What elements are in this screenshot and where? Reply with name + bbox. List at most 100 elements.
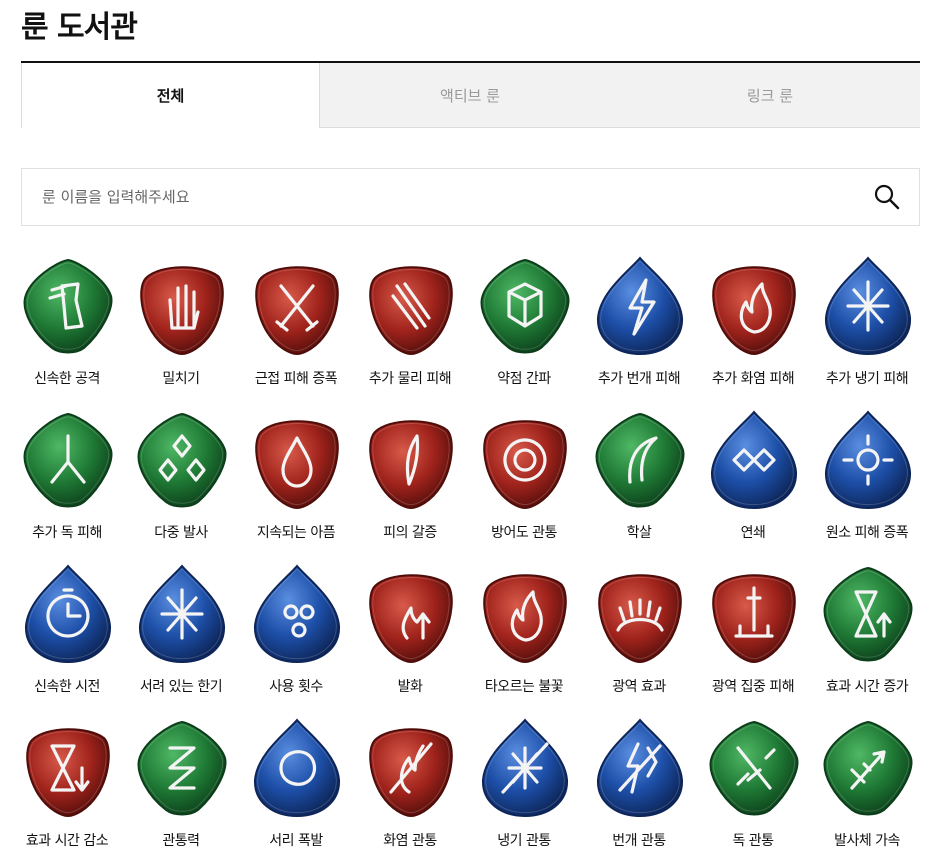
page-title: 룬 도서관 xyxy=(21,10,138,45)
rune-card[interactable]: 광역 집중 피해 xyxy=(696,560,810,700)
rune-name: 밀치기 xyxy=(162,371,200,387)
poison-fork-icon xyxy=(23,412,113,508)
rune-card[interactable]: 신속한 공격 xyxy=(10,252,124,392)
search-input[interactable] xyxy=(22,169,852,225)
rune-card[interactable]: 발화 xyxy=(353,560,467,700)
rune-card[interactable]: 추가 물리 피해 xyxy=(353,252,467,392)
rune-card[interactable]: 효과 시간 증가 xyxy=(810,560,924,700)
rune-name: 관통력 xyxy=(162,833,200,849)
pierce-stripes-icon xyxy=(137,720,227,816)
rune-card[interactable]: 추가 화염 피해 xyxy=(696,252,810,392)
rune-card[interactable]: 독 관통 xyxy=(696,714,810,854)
rune-card[interactable]: 원소 피해 증폭 xyxy=(810,406,924,546)
rune-card[interactable]: 추가 번개 피해 xyxy=(582,252,696,392)
fire-pierce-icon xyxy=(369,728,453,818)
tab-active-runes[interactable]: 액티브 룬 xyxy=(320,63,620,128)
rune-card[interactable]: 서려 있는 한기 xyxy=(124,560,238,700)
rune-name: 효과 시간 증가 xyxy=(825,679,909,695)
rune-card[interactable]: 신속한 시전 xyxy=(10,560,124,700)
rune-card[interactable]: 광역 효과 xyxy=(582,560,696,700)
rune-name: 지속되는 아픔 xyxy=(256,525,336,541)
tab-bar: 전체 액티브 룬 링크 룬 xyxy=(21,61,920,128)
multi-diamond-icon xyxy=(137,412,227,508)
slash-sword-icon xyxy=(369,266,453,356)
sword-ground-icon xyxy=(712,574,796,664)
rune-name: 원소 피해 증폭 xyxy=(825,525,909,541)
rune-name: 발사체 가속 xyxy=(834,833,900,849)
rune-card[interactable]: 연쇄 xyxy=(696,406,810,546)
rune-name: 근접 피해 증폭 xyxy=(254,371,338,387)
rune-name: 독 관통 xyxy=(732,833,774,849)
dice-icon xyxy=(480,258,570,354)
rune-name: 학살 xyxy=(626,525,652,541)
ice-pierce-icon xyxy=(481,718,569,818)
hourglass-down-icon xyxy=(26,728,110,818)
frost-burst-icon xyxy=(253,718,341,818)
rune-card[interactable]: 추가 독 피해 xyxy=(10,406,124,546)
rune-card[interactable]: 타오르는 불꽃 xyxy=(467,560,581,700)
rune-name: 화염 관통 xyxy=(383,833,437,849)
rune-card[interactable]: 관통력 xyxy=(124,714,238,854)
rune-name: 방어도 관통 xyxy=(491,525,557,541)
rune-name: 광역 집중 피해 xyxy=(711,679,795,695)
rune-name: 연쇄 xyxy=(740,525,766,541)
blood-drop-icon xyxy=(255,420,339,510)
search-box xyxy=(21,168,920,226)
rune-card[interactable]: 근접 피해 증폭 xyxy=(239,252,353,392)
rune-name: 신속한 시전 xyxy=(34,679,100,695)
rune-card[interactable]: 서리 폭발 xyxy=(239,714,353,854)
rune-card[interactable]: 효과 시간 감소 xyxy=(10,714,124,854)
rune-name: 추가 냉기 피해 xyxy=(825,371,909,387)
search-button[interactable] xyxy=(873,183,901,211)
arrows-speed-icon xyxy=(823,720,913,816)
rune-card[interactable]: 추가 냉기 피해 xyxy=(810,252,924,392)
rune-card[interactable]: 화염 관통 xyxy=(353,714,467,854)
rune-name: 추가 번개 피해 xyxy=(597,371,681,387)
stopwatch-icon xyxy=(24,564,112,664)
rune-card[interactable]: 번개 관통 xyxy=(582,714,696,854)
rune-name: 효과 시간 감소 xyxy=(25,833,109,849)
poison-pierce-icon xyxy=(709,720,799,816)
rune-card[interactable]: 다중 발사 xyxy=(124,406,238,546)
rune-card[interactable]: 학살 xyxy=(582,406,696,546)
blood-claw-icon xyxy=(369,420,453,510)
rune-name: 추가 화염 피해 xyxy=(711,371,795,387)
rune-card[interactable]: 냉기 관통 xyxy=(467,714,581,854)
tab-link-runes[interactable]: 링크 룬 xyxy=(620,63,920,128)
rune-card[interactable]: 지속되는 아픔 xyxy=(239,406,353,546)
rune-card[interactable]: 사용 횟수 xyxy=(239,560,353,700)
tab-all[interactable]: 전체 xyxy=(21,63,320,128)
crossed-swords-icon xyxy=(255,266,339,356)
flame-icon xyxy=(712,266,796,356)
palm-hand-icon xyxy=(140,266,224,356)
rune-card[interactable]: 발사체 가속 xyxy=(810,714,924,854)
rune-name: 추가 독 피해 xyxy=(32,525,102,541)
winged-boot-icon xyxy=(23,258,113,354)
hourglass-up-icon xyxy=(823,566,913,662)
rune-name: 번개 관통 xyxy=(612,833,666,849)
rune-name: 발화 xyxy=(397,679,423,695)
scythe-icon xyxy=(595,412,685,508)
rune-name: 타오르는 불꽃 xyxy=(484,679,564,695)
rune-card[interactable]: 피의 갈증 xyxy=(353,406,467,546)
lightning-icon xyxy=(596,256,684,356)
snowflake-icon xyxy=(824,256,912,356)
rune-name: 광역 효과 xyxy=(612,679,666,695)
snowflake-icon xyxy=(138,564,226,664)
rune-card[interactable]: 방어도 관통 xyxy=(467,406,581,546)
search-icon xyxy=(874,184,900,210)
three-dots-icon xyxy=(253,564,341,664)
rune-name: 다중 발사 xyxy=(154,525,208,541)
rune-name: 냉기 관통 xyxy=(497,833,551,849)
rune-name: 추가 물리 피해 xyxy=(368,371,452,387)
rune-name: 피의 갈증 xyxy=(383,525,437,541)
element-sun-icon xyxy=(824,410,912,510)
lightning-pierce-icon xyxy=(596,718,684,818)
chain-link-icon xyxy=(710,410,798,510)
rune-card[interactable]: 밀치기 xyxy=(124,252,238,392)
ignite-arrow-icon xyxy=(369,574,453,664)
rune-name: 서려 있는 한기 xyxy=(139,679,223,695)
rune-card[interactable]: 약점 간파 xyxy=(467,252,581,392)
rune-name: 서리 폭발 xyxy=(269,833,323,849)
rune-name: 사용 횟수 xyxy=(269,679,323,695)
